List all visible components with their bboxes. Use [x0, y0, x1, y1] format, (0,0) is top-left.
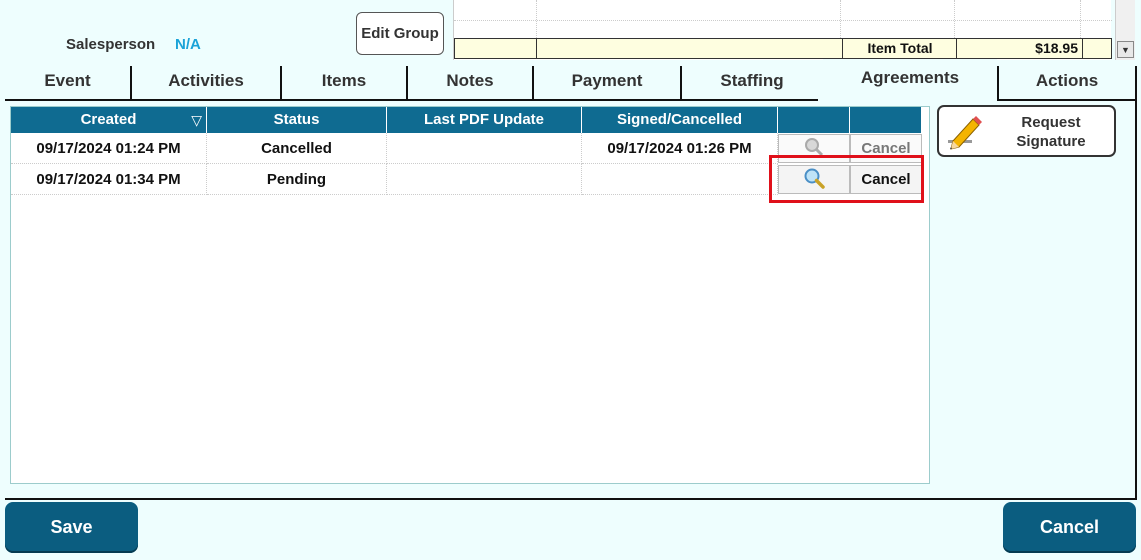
cell-status: Pending — [207, 164, 387, 195]
cell-last-pdf-update — [387, 164, 582, 195]
tab-items[interactable]: Items — [282, 62, 406, 100]
column-header-last-pdf-update[interactable]: Last PDF Update — [387, 107, 582, 133]
cancel-button[interactable]: Cancel — [1003, 502, 1136, 553]
cell-created: 09/17/2024 01:34 PM — [11, 164, 207, 195]
salesperson-label: Salesperson — [66, 36, 156, 53]
items-scrollbar[interactable]: ▼ — [1115, 0, 1135, 60]
cell-status: Cancelled — [207, 133, 387, 164]
column-header-status[interactable]: Status — [207, 107, 387, 133]
tab-activities[interactable]: Activities — [132, 62, 280, 100]
save-button[interactable]: Save — [5, 502, 138, 553]
item-total-value: $18.95 — [956, 39, 1082, 58]
sort-descending-icon[interactable]: ▽ — [191, 107, 202, 133]
tab-agreements[interactable]: Agreements — [823, 59, 997, 97]
cell-signed-cancelled — [582, 164, 778, 195]
column-header-cancel — [850, 107, 922, 133]
column-header-view — [778, 107, 850, 133]
column-header-signed-cancelled[interactable]: Signed/Cancelled — [582, 107, 778, 133]
request-signature-button[interactable]: Request Signature — [937, 105, 1116, 157]
column-header-label: Created — [80, 111, 137, 128]
edit-group-button[interactable]: Edit Group — [356, 12, 444, 55]
tab-strip: Event Activities Items Notes Payment Sta… — [5, 59, 1137, 100]
cell-created: 09/17/2024 01:24 PM — [11, 133, 207, 164]
tab-payment[interactable]: Payment — [534, 62, 680, 100]
tab-event[interactable]: Event — [5, 62, 130, 100]
scroll-down-arrow-icon[interactable]: ▼ — [1117, 41, 1134, 58]
item-total-label: Item Total — [842, 39, 957, 58]
tab-notes[interactable]: Notes — [408, 62, 532, 100]
highlight-box — [769, 155, 924, 203]
cell-signed-cancelled: 09/17/2024 01:26 PM — [582, 133, 778, 164]
request-signature-label: Request Signature — [1016, 114, 1086, 150]
cell-last-pdf-update — [387, 133, 582, 164]
item-total-row: Item Total $18.95 — [454, 38, 1112, 59]
tab-actions[interactable]: Actions — [999, 62, 1135, 100]
tab-staffing[interactable]: Staffing — [682, 62, 822, 100]
items-grid[interactable]: Item Total $18.95 — [453, 0, 1112, 60]
column-header-created[interactable]: Created ▽ — [11, 107, 207, 133]
pencil-icon — [948, 116, 982, 150]
salesperson-value: N/A — [175, 36, 201, 53]
